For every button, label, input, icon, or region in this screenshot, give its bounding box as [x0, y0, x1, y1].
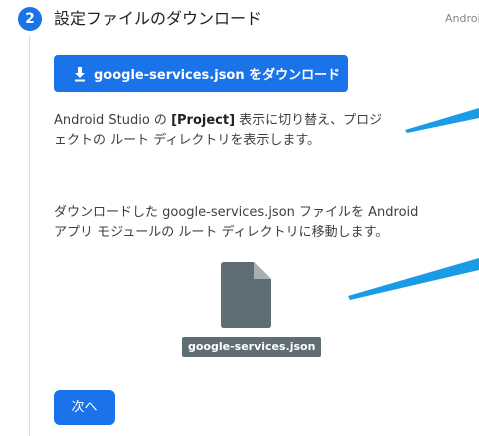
- instruction-text: Android Studio の: [54, 113, 172, 128]
- download-config-button[interactable]: google-services.json をダウンロード: [54, 55, 348, 92]
- instruction-text: 表示に切り替え、プロジ: [235, 113, 383, 128]
- instruction-move-file-line2: アプリ モジュールの ルート ディレクトリに移動します。: [54, 225, 389, 240]
- step-number-badge: 2: [18, 7, 42, 31]
- callout-pointer-upper: [405, 108, 479, 133]
- instruction-project-view-line1: Android Studio の [Project] 表示に切り替え、プロジ: [54, 111, 434, 131]
- download-icon: [72, 66, 88, 82]
- file-icon: [221, 262, 271, 328]
- side-panel-label: Androi: [445, 12, 479, 25]
- instruction-move-file: ダウンロードした google-services.json ファイルを Andr…: [54, 203, 434, 243]
- instruction-project-view: Android Studio の [Project] 表示に切り替え、プロジ ェ…: [54, 111, 434, 151]
- step-connector-line: [29, 36, 30, 436]
- next-button[interactable]: 次へ: [54, 390, 115, 425]
- file-name-label: google-services.json: [182, 337, 322, 357]
- download-config-button-label: google-services.json をダウンロード: [94, 68, 341, 83]
- instruction-project-view-line2: ェクトの ルート ディレクトリを表示します。: [54, 133, 321, 148]
- step-title: 設定ファイルのダウンロード: [54, 9, 263, 28]
- project-view-label: [Project]: [171, 113, 236, 128]
- instruction-move-file-line1: ダウンロードした google-services.json ファイルを Andr…: [54, 205, 419, 220]
- callout-pointer-lower: [348, 258, 479, 300]
